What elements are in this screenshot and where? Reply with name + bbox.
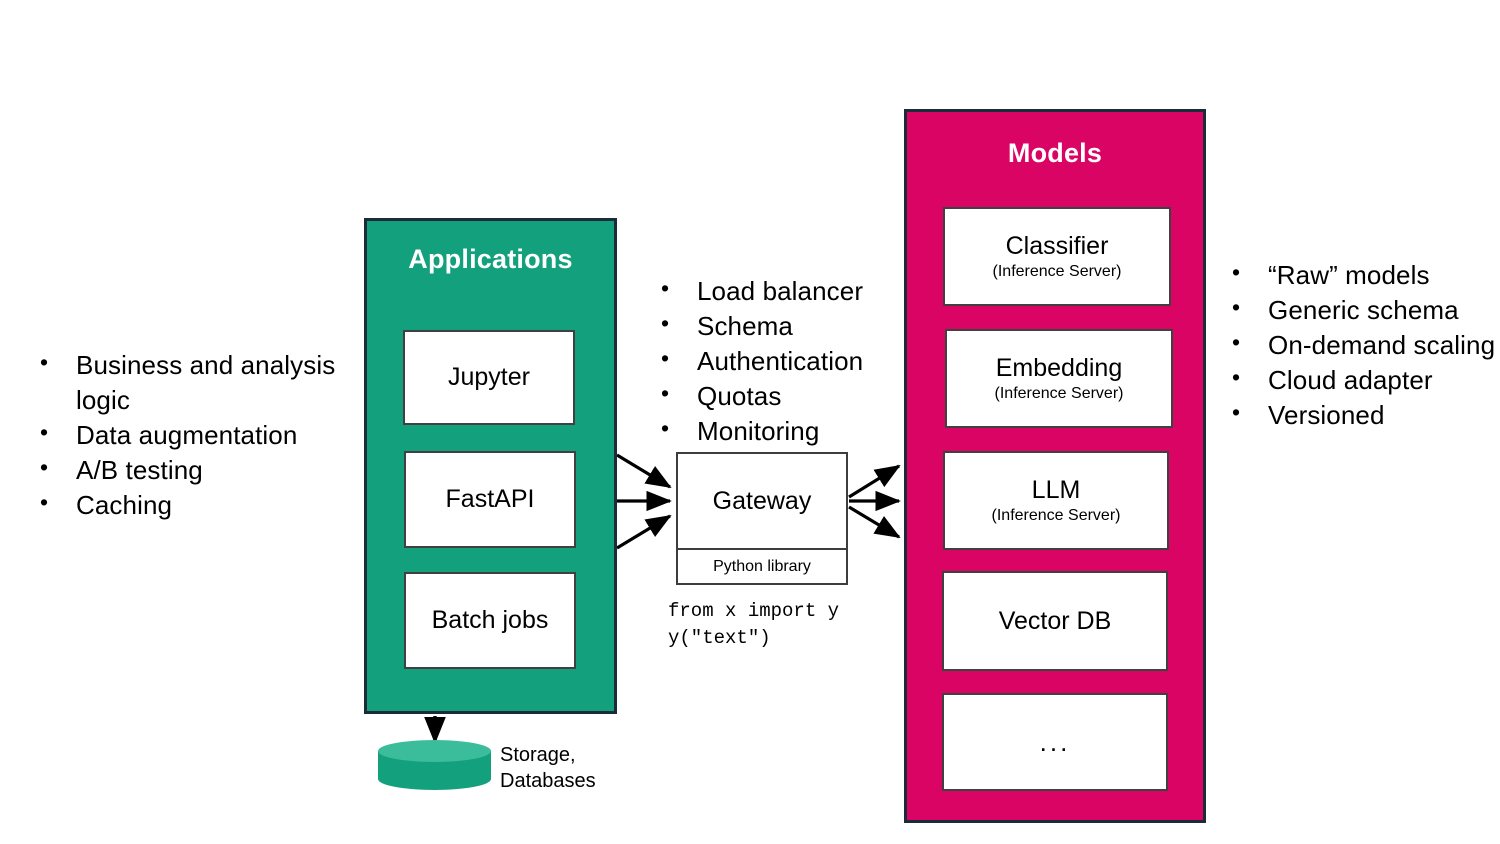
app-card-fastapi[interactable]: FastAPI bbox=[404, 451, 576, 548]
list-item: Cloud adapter bbox=[1226, 362, 1498, 398]
app-card-jupyter[interactable]: Jupyter bbox=[403, 330, 575, 425]
storage-label-line1: Storage, bbox=[500, 744, 576, 766]
app-card-title: Batch jobs bbox=[431, 606, 549, 635]
model-card-classifier[interactable]: Classifier (Inference Server) bbox=[943, 207, 1171, 306]
model-card-title: Classifier bbox=[1005, 231, 1109, 260]
storage-label: Storage, Databases bbox=[500, 742, 680, 795]
arrow-apps-to-gateway-top bbox=[616, 453, 672, 489]
model-card-embedding[interactable]: Embedding (Inference Server) bbox=[945, 329, 1173, 428]
database-cylinder-icon bbox=[378, 740, 491, 790]
arrow-gateway-to-models-top bbox=[848, 464, 901, 499]
model-card-more[interactable]: ... bbox=[942, 693, 1168, 791]
gateway-subtitle: Python library bbox=[713, 557, 811, 575]
right-notes-list: “Raw” models Generic schema On-demand sc… bbox=[1226, 257, 1498, 433]
list-item: On-demand scaling bbox=[1226, 327, 1498, 363]
list-item: Caching bbox=[34, 487, 364, 523]
list-item: A/B testing bbox=[34, 452, 364, 488]
applications-panel-title: Applications bbox=[408, 244, 573, 274]
list-item: Authentication bbox=[655, 343, 905, 379]
model-card-subtitle: (Inference Server) bbox=[991, 507, 1121, 525]
model-card-title: LLM bbox=[1031, 475, 1081, 504]
gateway-title: Gateway bbox=[712, 486, 812, 515]
model-card-title: ... bbox=[1039, 726, 1071, 757]
arrow-apps-to-gateway-bottom bbox=[616, 514, 672, 550]
model-card-llm[interactable]: LLM (Inference Server) bbox=[943, 451, 1169, 550]
storage-label-line2: Databases bbox=[500, 770, 596, 793]
gateway-box[interactable]: Gateway Python library bbox=[676, 452, 848, 585]
model-card-subtitle: (Inference Server) bbox=[994, 385, 1124, 403]
model-card-title: Embedding bbox=[995, 353, 1123, 382]
list-item: Generic schema bbox=[1226, 292, 1498, 328]
list-item: Versioned bbox=[1226, 397, 1498, 433]
code-snippet: from x import y y("text") bbox=[668, 600, 840, 649]
arrow-gateway-to-models-bottom bbox=[848, 505, 901, 539]
model-card-subtitle: (Inference Server) bbox=[992, 263, 1122, 281]
gateway-notes-list: Load balancer Schema Authentication Quot… bbox=[655, 273, 905, 449]
list-item: Quotas bbox=[655, 378, 905, 414]
left-notes-list: Business and analysis logic Data augment… bbox=[34, 347, 364, 523]
app-card-title: Jupyter bbox=[448, 363, 530, 392]
list-item: Schema bbox=[655, 308, 905, 344]
list-item: Monitoring bbox=[655, 413, 905, 449]
list-item: Data augmentation bbox=[34, 417, 364, 453]
diagram-canvas: Business and analysis logic Data augment… bbox=[0, 0, 1500, 844]
list-item: Business and analysis logic bbox=[34, 347, 364, 418]
list-item: “Raw” models bbox=[1226, 257, 1498, 293]
app-card-title: FastAPI bbox=[445, 485, 535, 514]
list-item: Load balancer bbox=[655, 273, 905, 309]
app-card-batch-jobs[interactable]: Batch jobs bbox=[404, 572, 576, 669]
model-card-vector-db[interactable]: Vector DB bbox=[942, 571, 1168, 671]
model-card-title: Vector DB bbox=[998, 606, 1112, 635]
models-panel-title: Models bbox=[1007, 138, 1103, 168]
